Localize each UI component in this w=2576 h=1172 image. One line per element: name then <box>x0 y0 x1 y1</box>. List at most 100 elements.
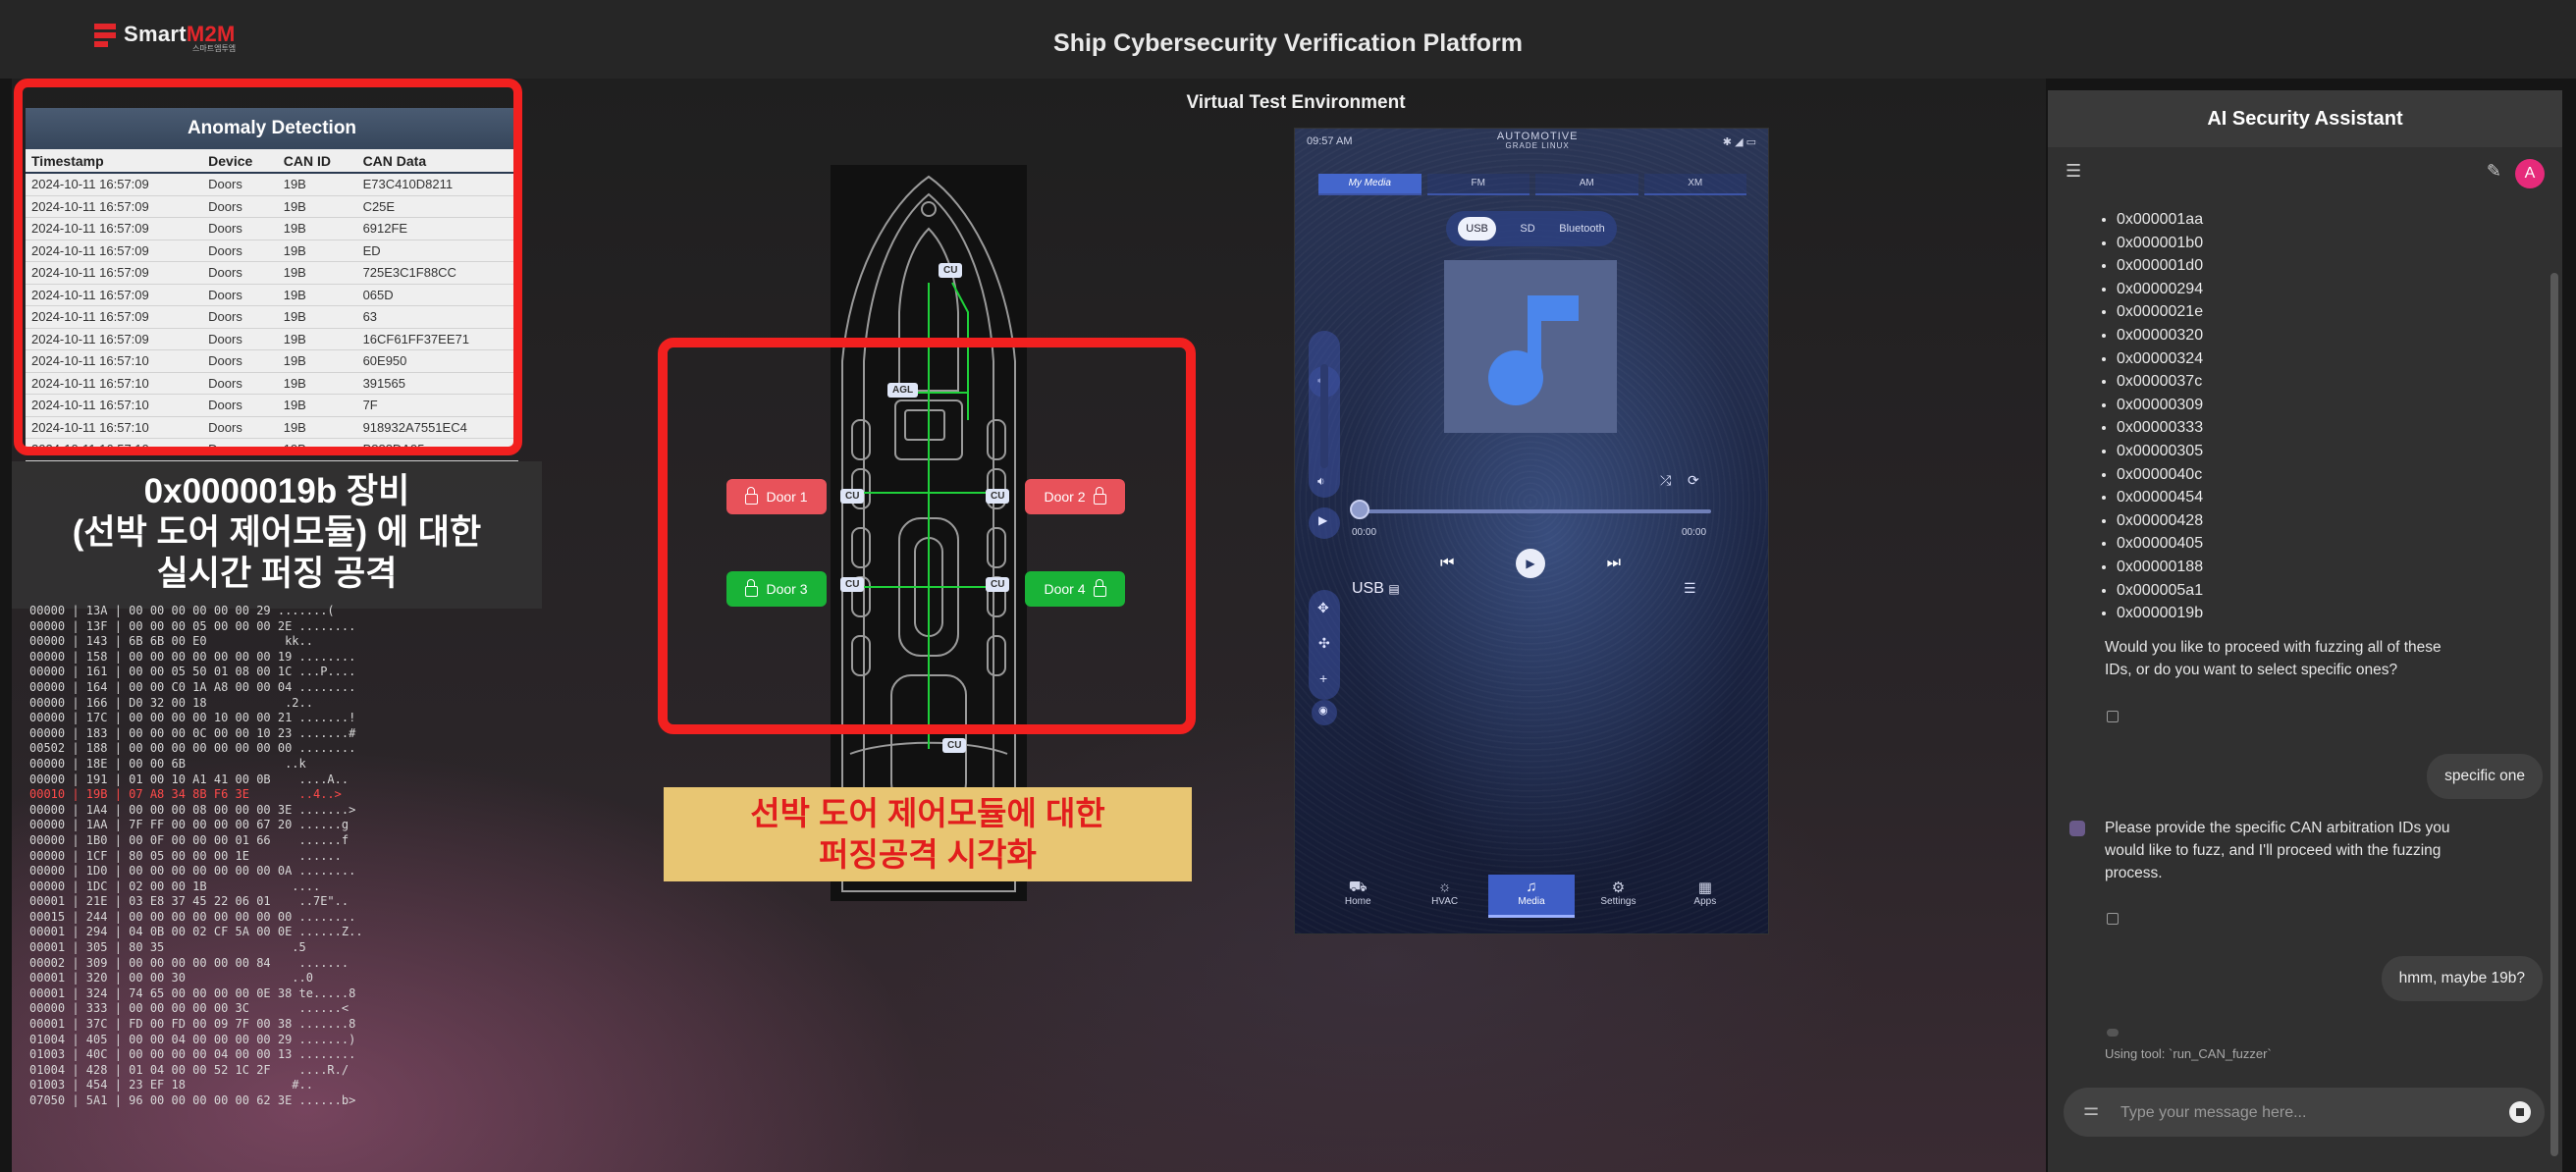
volume-slider[interactable]: 🔉︎ <box>1309 331 1340 498</box>
dump-line: 00000 | 1B0 | 00 0F 00 00 00 01 66 .....… <box>29 832 349 847</box>
door-3-button[interactable]: Door 3 <box>726 571 827 607</box>
nav-apps[interactable]: ▦ Apps <box>1662 875 1748 918</box>
dump-line: 00000 | 1D0 | 00 00 00 00 00 00 00 0A ..… <box>29 864 356 879</box>
lock-icon <box>1093 487 1106 505</box>
agl-bottom-nav: ⛟ Home ☼ HVAC ♫ Media ⚙ Settings ▦ Apps <box>1315 875 1748 918</box>
misc-button[interactable]: ◉ <box>1312 700 1337 725</box>
media-icon: ♫ <box>1526 879 1537 895</box>
source-bluetooth[interactable]: Bluetooth <box>1559 223 1604 235</box>
lock-icon <box>745 579 759 597</box>
play-side-button[interactable]: ▶ <box>1309 507 1340 539</box>
ai-assistant-panel: AI Security Assistant ☰ ✎ A 0x000001aa 0x… <box>2048 90 2562 1172</box>
side-controls: ✥ ✣ + <box>1309 590 1340 700</box>
source-usb[interactable]: USB <box>1458 217 1496 240</box>
assistant-avatar-icon <box>2069 821 2085 836</box>
equalizer-icon[interactable]: ☰ <box>1684 580 1696 597</box>
dump-line: 00000 | 1DC | 02 00 00 1B .... <box>29 879 321 893</box>
door-1-button[interactable]: Door 1 <box>726 479 827 514</box>
list-item: 0x000001d0 <box>2117 254 2203 278</box>
list-item: 0x00000324 <box>2117 347 2203 371</box>
dump-line: 01003 | 40C | 00 00 00 00 04 00 00 13 ..… <box>29 1047 356 1062</box>
nav-home[interactable]: ⛟ Home <box>1315 875 1401 918</box>
album-art <box>1444 260 1617 433</box>
msg1-line1: Would you like to proceed with fuzzing a… <box>2105 639 2442 656</box>
list-item: 0x0000040c <box>2117 463 2203 487</box>
list-item: 0x00000309 <box>2117 394 2203 417</box>
move-small-icon[interactable]: ✣ <box>1318 635 1330 652</box>
nav-settings-label: Settings <box>1600 896 1637 907</box>
options-icon[interactable]: ⚌ <box>2083 1099 2099 1120</box>
repeat-icon[interactable]: ⟳ <box>1688 472 1699 489</box>
list-item: 0x0000021e <box>2117 300 2203 324</box>
time-total: 00:00 <box>1682 527 1707 538</box>
list-item: 0x00000405 <box>2117 532 2203 556</box>
move-icon[interactable]: ✥ <box>1317 600 1329 616</box>
target-icon: ◉ <box>1318 705 1328 717</box>
nav-hvac[interactable]: ☼ HVAC <box>1401 875 1487 918</box>
dump-line: 00000 | 158 | 00 00 00 00 00 00 00 19 ..… <box>29 649 356 664</box>
highlight-frame-ship <box>658 338 1196 734</box>
tab-am[interactable]: AM <box>1535 174 1638 195</box>
list-item: 0x00000305 <box>2117 440 2203 463</box>
list-item: 0x00000294 <box>2117 278 2203 301</box>
dump-line: 00000 | 13A | 00 00 00 00 00 00 29 .....… <box>29 604 335 617</box>
lock-icon <box>745 487 759 505</box>
caption-line-3: 실시간 퍼징 공격 <box>156 555 398 593</box>
playback-controls: ⏮︎ ▶ ⏭︎ <box>1440 547 1621 580</box>
message-input[interactable] <box>2119 1100 2496 1126</box>
shuffle-icon[interactable]: ⤮ <box>1660 472 1671 489</box>
msg2-line3: process. <box>2105 865 2163 881</box>
plus-icon[interactable]: + <box>1319 670 1327 686</box>
lock-icon <box>1093 579 1106 597</box>
play-button[interactable]: ▶ <box>1516 549 1545 578</box>
dump-line: 00001 | 324 | 74 65 00 00 00 00 0E 38 te… <box>29 986 356 1000</box>
dump-line: 00000 | 161 | 00 00 05 50 01 08 00 1C ..… <box>29 665 356 679</box>
nav-media[interactable]: ♫ Media <box>1487 875 1576 918</box>
tab-fm[interactable]: FM <box>1426 174 1530 195</box>
agl-infotainment-screen: 09:57 AM AUTOMOTIVE GRADE LINUX ✱ ◢ ▭ My… <box>1294 128 1769 934</box>
car-icon: ⛟ <box>1348 879 1368 895</box>
copy-icon[interactable] <box>2107 913 2119 925</box>
list-item: 0x000001aa <box>2117 208 2203 232</box>
list-item: 0x00000333 <box>2117 416 2203 440</box>
source-sd[interactable]: SD <box>1520 223 1534 235</box>
progress-knob[interactable] <box>1350 500 1369 519</box>
assistant-title: AI Security Assistant <box>2048 90 2562 147</box>
nav-settings[interactable]: ⚙ Settings <box>1575 875 1661 918</box>
control-unit-chip: CU <box>942 738 967 753</box>
stop-icon[interactable] <box>2509 1101 2531 1123</box>
time-elapsed: 00:00 <box>1352 527 1377 538</box>
usb-icon: ▤ <box>1388 582 1400 596</box>
new-chat-icon[interactable]: ✎ <box>2487 161 2501 182</box>
avatar[interactable]: A <box>2515 159 2545 188</box>
dump-line: 00000 | 18E | 00 00 6B ..k <box>29 756 306 771</box>
dump-line: 00000 | 143 | 6B 6B 00 E0 kk.. <box>29 634 313 649</box>
scrollbar[interactable] <box>2550 273 2558 1156</box>
control-unit-chip: CU <box>986 489 1010 504</box>
loading-icon <box>2107 1029 2119 1037</box>
control-unit-chip: CU <box>840 489 865 504</box>
user-message-1: specific one <box>2427 754 2543 799</box>
list-item: 0x00000320 <box>2117 324 2203 347</box>
previous-icon[interactable]: ⏮︎ <box>1440 555 1454 572</box>
list-item: 0x0000037c <box>2117 370 2203 394</box>
caption2-line-2: 퍼징공격 시각화 <box>819 836 1037 873</box>
agl-logo-top: AUTOMOTIVE <box>1496 131 1579 142</box>
tab-xm[interactable]: XM <box>1643 174 1746 195</box>
nav-home-label: Home <box>1344 896 1371 907</box>
dump-line: 00502 | 188 | 00 00 00 00 00 00 00 00 ..… <box>29 741 356 756</box>
door-4-label: Door 4 <box>1044 581 1086 597</box>
next-icon[interactable]: ⏭︎ <box>1607 555 1621 572</box>
dump-line: 00001 | 21E | 03 E8 37 45 22 06 01 ..7E"… <box>29 894 349 909</box>
track-progress[interactable] <box>1358 509 1711 513</box>
usb-label: USB <box>1352 580 1384 597</box>
door-2-button[interactable]: Door 2 <box>1025 479 1125 514</box>
door-4-button[interactable]: Door 4 <box>1025 571 1125 607</box>
tab-my-media[interactable]: My Media <box>1318 174 1422 195</box>
app-title: Ship Cybersecurity Verification Platform <box>1053 29 1523 57</box>
caption-line-2: (선박 도어 제어모듈) 에 대한 <box>72 513 482 552</box>
dump-line: 00000 | 13F | 00 00 00 05 00 00 00 2E ..… <box>29 618 356 633</box>
msg2-line2: would like to fuzz, and I'll proceed wit… <box>2105 842 2442 859</box>
menu-icon[interactable]: ☰ <box>2066 161 2081 182</box>
copy-icon[interactable] <box>2107 711 2119 722</box>
